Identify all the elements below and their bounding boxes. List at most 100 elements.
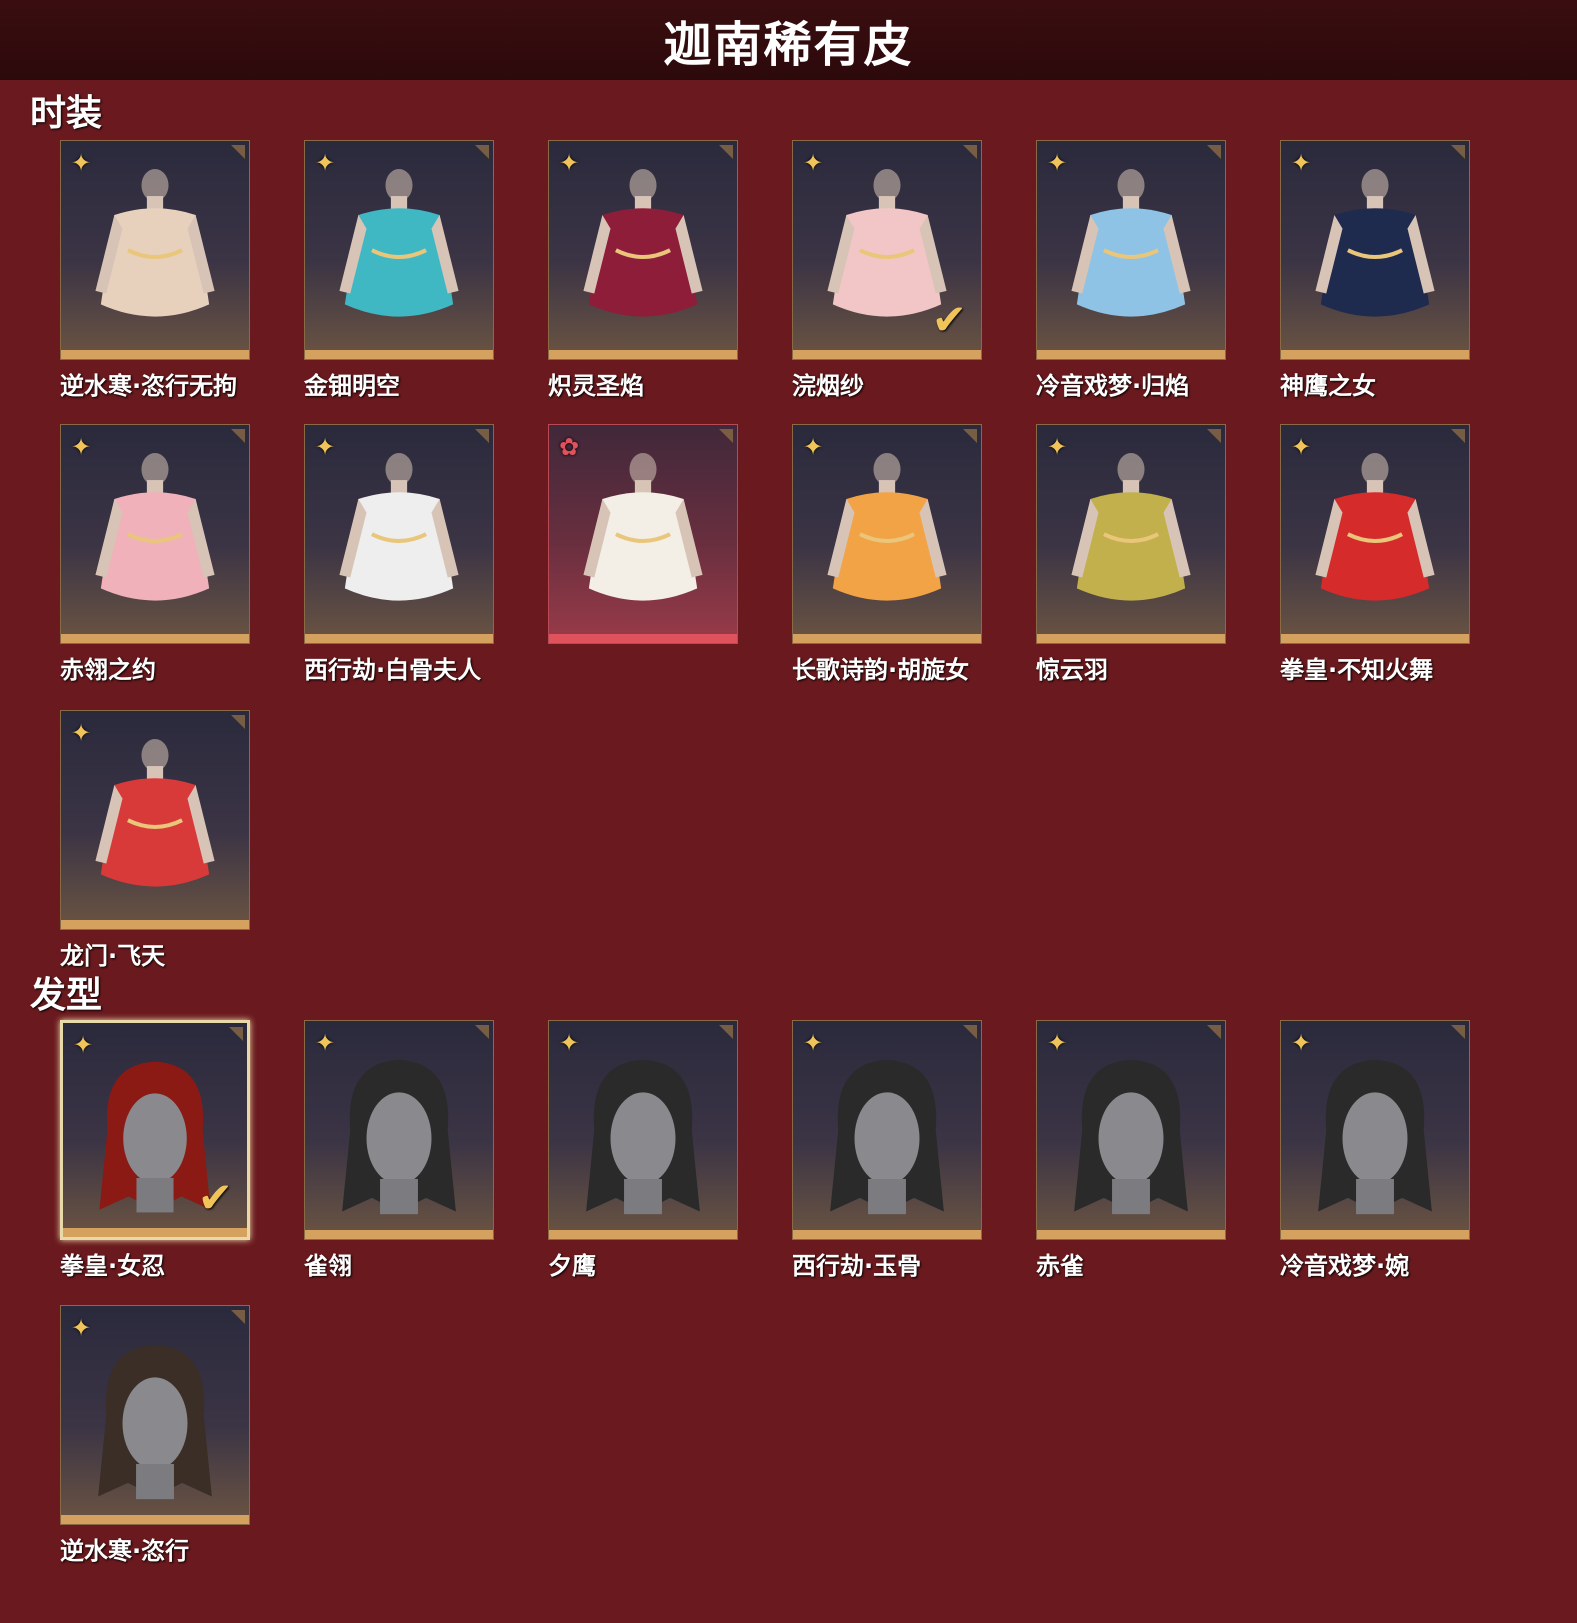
item-label: 冷音戏梦·归焰	[1036, 372, 1190, 400]
outfit-card[interactable]: ✦ 炽灵圣焰	[548, 140, 740, 401]
item-label: 金钿明空	[304, 372, 400, 400]
item-thumbnail[interactable]: ✦	[1280, 424, 1470, 644]
item-label: 赤雀	[1036, 1252, 1084, 1280]
hairstyle-card[interactable]: ✦ 雀翎	[304, 1020, 496, 1281]
four-petal-flower-icon: ✦	[803, 149, 824, 177]
corner-fold-icon	[719, 145, 733, 159]
outfit-card[interactable]: ✦ 长歌诗韵·胡旋女	[792, 424, 984, 685]
outfit-card[interactable]: ✦ 拳皇·不知火舞	[1280, 424, 1472, 685]
item-thumbnail[interactable]: ✦	[1036, 1020, 1226, 1240]
corner-fold-icon	[1207, 145, 1221, 159]
hairstyle-image	[81, 1334, 229, 1510]
hairstyle-image	[1057, 1049, 1205, 1225]
four-petal-flower-icon: ✦	[71, 149, 92, 177]
item-label: 浣烟纱	[792, 372, 864, 400]
hairstyle-card[interactable]: ✦ 逆水寒·恣行	[60, 1305, 252, 1566]
outfit-card[interactable]: ✦ 赤翎之约	[60, 424, 252, 685]
outfit-card[interactable]: ✦ 逆水寒·恣行无拘	[60, 140, 252, 401]
item-thumbnail[interactable]: ✦ ✔	[60, 1020, 250, 1240]
four-petal-flower-icon: ✦	[803, 1029, 824, 1057]
item-thumbnail[interactable]: ✦	[1036, 424, 1226, 644]
four-petal-flower-icon: ✦	[315, 433, 336, 461]
four-petal-flower-icon: ✦	[1291, 1029, 1312, 1057]
item-thumbnail[interactable]: ✦	[1280, 140, 1470, 360]
outfit-card[interactable]: ✦ 金钿明空	[304, 140, 496, 401]
item-thumbnail[interactable]: ✦	[304, 1020, 494, 1240]
hairstyle-card[interactable]: ✦ 赤雀	[1036, 1020, 1228, 1281]
four-petal-flower-icon: ✦	[1047, 1029, 1068, 1057]
corner-fold-icon	[963, 1025, 977, 1039]
outfit-image	[1057, 169, 1205, 345]
hairstyle-image	[813, 1049, 961, 1225]
item-label: 神鹰之女	[1280, 372, 1376, 400]
item-thumbnail[interactable]: ✦	[60, 710, 250, 930]
corner-fold-icon	[1207, 429, 1221, 443]
outfit-image	[81, 169, 229, 345]
four-petal-flower-icon: ✦	[803, 433, 824, 461]
item-thumbnail[interactable]: ✦	[548, 1020, 738, 1240]
item-thumbnail[interactable]: ✦ ✔	[792, 140, 982, 360]
outfit-card[interactable]: ✦ 冷音戏梦·归焰	[1036, 140, 1228, 401]
corner-fold-icon	[963, 429, 977, 443]
item-thumbnail[interactable]: ✦	[304, 424, 494, 644]
item-label: 雀翎	[304, 1252, 352, 1280]
item-thumbnail[interactable]: ✦	[548, 140, 738, 360]
outfit-card[interactable]: ✿	[548, 424, 740, 650]
four-petal-flower-icon: ✦	[1047, 433, 1068, 461]
item-label: 长歌诗韵·胡旋女	[792, 656, 970, 684]
check-icon: ✔	[197, 1173, 233, 1222]
outfit-card[interactable]: ✦ 神鹰之女	[1280, 140, 1472, 401]
item-thumbnail[interactable]: ✦	[60, 140, 250, 360]
item-thumbnail[interactable]: ✦	[60, 424, 250, 644]
item-thumbnail[interactable]: ✿	[548, 424, 738, 644]
hairstyle-card[interactable]: ✦ 冷音戏梦·婉	[1280, 1020, 1472, 1281]
item-label: 逆水寒·恣行无拘	[60, 372, 238, 400]
corner-fold-icon	[719, 429, 733, 443]
four-petal-flower-icon: ✦	[71, 433, 92, 461]
item-label: 冷音戏梦·婉	[1280, 1252, 1410, 1280]
outfit-image	[325, 453, 473, 629]
corner-fold-icon	[1451, 1025, 1465, 1039]
four-petal-flower-icon: ✦	[71, 1314, 92, 1342]
page-header: 迦南稀有皮	[0, 0, 1577, 80]
item-thumbnail[interactable]: ✦	[1280, 1020, 1470, 1240]
outfit-image	[813, 453, 961, 629]
four-petal-flower-icon: ✦	[315, 149, 336, 177]
hairstyle-image	[569, 1049, 717, 1225]
corner-fold-icon	[963, 145, 977, 159]
corner-fold-icon	[1451, 145, 1465, 159]
hairstyle-card[interactable]: ✦ ✔ 拳皇·女忍	[60, 1020, 252, 1281]
hairstyle-image	[325, 1049, 473, 1225]
outfit-card[interactable]: ✦ 西行劫·白骨夫人	[304, 424, 496, 685]
item-thumbnail[interactable]: ✦	[304, 140, 494, 360]
item-thumbnail[interactable]: ✦	[60, 1305, 250, 1525]
corner-fold-icon	[475, 1025, 489, 1039]
item-thumbnail[interactable]: ✦	[792, 1020, 982, 1240]
four-petal-flower-icon: ✦	[315, 1029, 336, 1057]
outfit-card[interactable]: ✦ ✔ 浣烟纱	[792, 140, 984, 401]
outfit-image	[569, 453, 717, 629]
four-petal-flower-icon: ✦	[1291, 433, 1312, 461]
hairstyle-card[interactable]: ✦ 夕鹰	[548, 1020, 740, 1281]
item-label: 惊云羽	[1036, 656, 1108, 684]
item-label: 赤翎之约	[60, 656, 156, 684]
outfit-image	[1301, 169, 1449, 345]
item-label: 拳皇·女忍	[60, 1252, 166, 1280]
outfit-card[interactable]: ✦ 龙门·飞天	[60, 710, 252, 971]
corner-fold-icon	[231, 715, 245, 729]
corner-fold-icon	[475, 429, 489, 443]
hairstyle-card[interactable]: ✦ 西行劫·玉骨	[792, 1020, 984, 1281]
four-petal-flower-icon: ✦	[71, 719, 92, 747]
item-thumbnail[interactable]: ✦	[792, 424, 982, 644]
outfit-image	[1057, 453, 1205, 629]
section-title-hairstyle: 发型	[30, 975, 103, 1016]
outfit-card[interactable]: ✦ 惊云羽	[1036, 424, 1228, 685]
item-label: 拳皇·不知火舞	[1280, 656, 1434, 684]
item-thumbnail[interactable]: ✦	[1036, 140, 1226, 360]
item-label: 炽灵圣焰	[548, 372, 644, 400]
item-label: 逆水寒·恣行	[60, 1537, 190, 1565]
hairstyle-image	[1301, 1049, 1449, 1225]
item-label: 夕鹰	[548, 1252, 596, 1280]
corner-fold-icon	[229, 1027, 243, 1041]
four-petal-flower-icon: ✦	[1291, 149, 1312, 177]
